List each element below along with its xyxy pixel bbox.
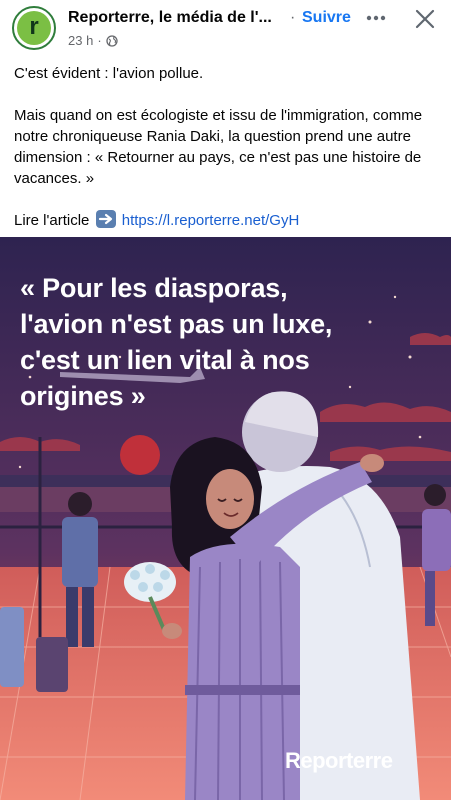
arrow-right-emoji-icon	[95, 210, 116, 228]
close-icon[interactable]	[414, 8, 436, 30]
avatar-letter: r	[29, 12, 39, 40]
article-link[interactable]: https://l.reporterre.net/GyH	[122, 212, 300, 229]
read-article-label: Lire l'article	[14, 212, 90, 229]
post-text-para2: Mais quand on est écologiste et issu de …	[14, 107, 423, 187]
post-text: C'est évident : l'avion pollue. Mais qua…	[14, 63, 439, 231]
post-text-line1: C'est évident : l'avion pollue.	[14, 65, 204, 82]
meta-dot: ·	[97, 33, 102, 48]
reporterre-watermark: Reporterre	[285, 748, 393, 773]
page-name[interactable]: Reporterre, le média de l'...	[68, 9, 272, 27]
image-quote: « Pour les diasporas, l'avion n'est pas …	[20, 273, 333, 411]
read-article-line: Lire l'article https://l.reporterre.net/…	[14, 210, 439, 231]
post-meta: 23 h ·	[68, 33, 118, 48]
more-horizontal-icon[interactable]	[364, 8, 388, 28]
separator-dot: ·	[290, 9, 296, 26]
page-avatar[interactable]: r	[12, 6, 56, 50]
globe-icon	[106, 34, 118, 47]
post-header: r Reporterre, le média de l'... · Suivre…	[0, 0, 451, 56]
avatar-logo: r	[17, 11, 51, 45]
post-time[interactable]: 23 h	[68, 33, 93, 48]
follow-button[interactable]: Suivre	[302, 9, 351, 27]
